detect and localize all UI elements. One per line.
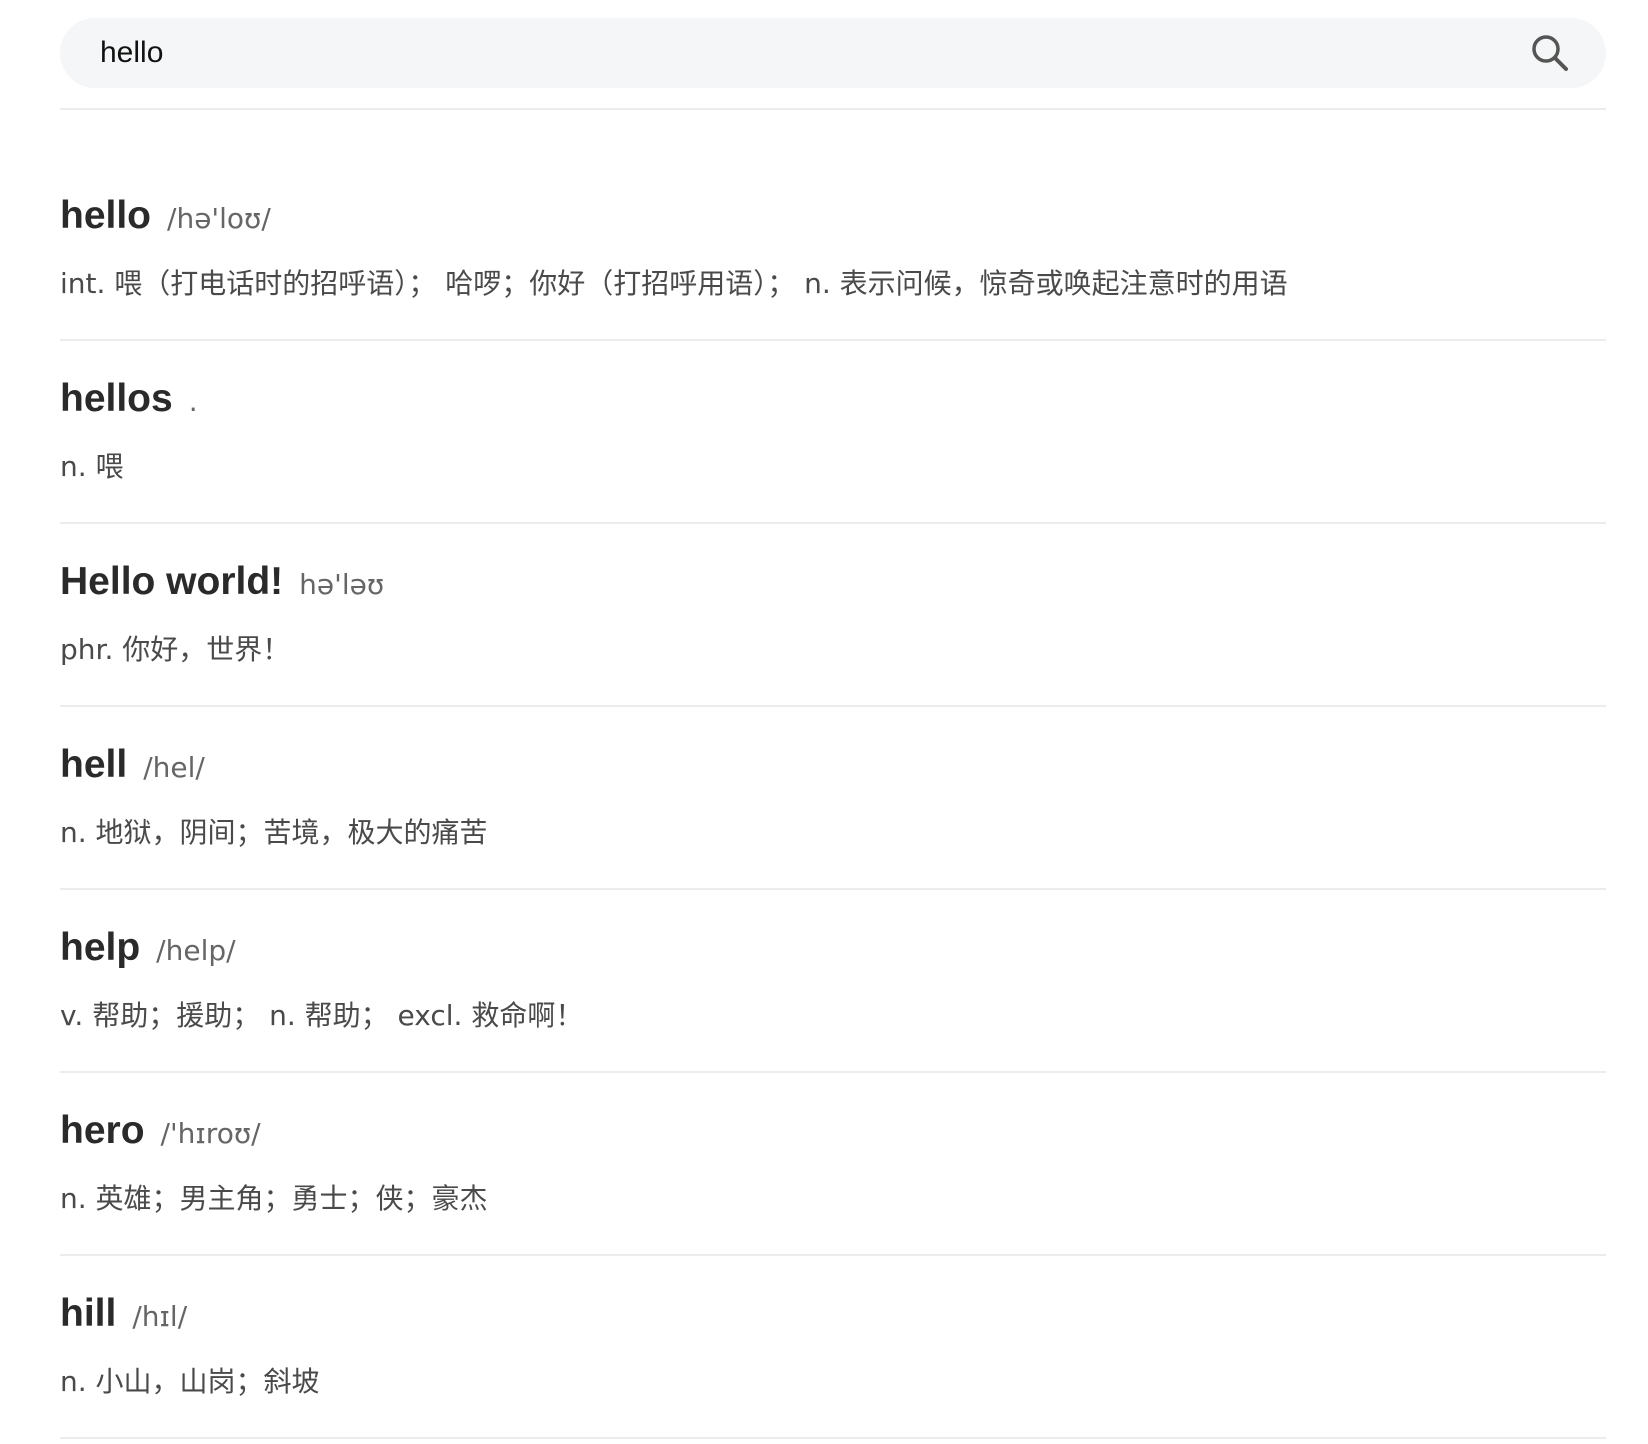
result-definition: n. 小山，山岗；斜坡 (60, 1365, 320, 1398)
result-phonetic: . (188, 385, 198, 418)
result-item[interactable]: hill /hɪl/ n. 小山，山岗；斜坡 (60, 1256, 1606, 1439)
result-item[interactable]: hello /hə'loʊ/ int. 喂（打电话时的招呼语）； 哈啰；你好（打… (60, 158, 1606, 341)
result-item[interactable]: help /help/ v. 帮助；援助； n. 帮助； excl. 救命啊！ (60, 890, 1606, 1073)
result-phonetic: /'hɪroʊ/ (160, 1117, 261, 1150)
dictionary-page: hello /hə'loʊ/ int. 喂（打电话时的招呼语）； 哈啰；你好（打… (60, 18, 1606, 1439)
result-item[interactable]: hellos . n. 喂 (60, 341, 1606, 524)
result-header: hello /hə'loʊ/ (60, 194, 1606, 238)
result-phonetic: /hɪl/ (132, 1300, 188, 1333)
result-phonetic: /hə'loʊ/ (167, 202, 271, 235)
result-word: hill (60, 1292, 117, 1335)
result-phonetic: hə'ləʊ (299, 568, 385, 601)
result-word: help (60, 926, 141, 969)
result-phonetic: /hel/ (143, 751, 205, 784)
result-item[interactable]: hell /hel/ n. 地狱，阴间；苦境，极大的痛苦 (60, 707, 1606, 890)
result-item[interactable]: hero /'hɪroʊ/ n. 英雄；男主角；勇士；侠；豪杰 (60, 1073, 1606, 1256)
result-header: hell /hel/ (60, 743, 1606, 787)
result-item[interactable]: Hello world! hə'ləʊ phr. 你好，世界！ (60, 524, 1606, 707)
result-definition: phr. 你好，世界！ (60, 633, 291, 666)
result-header: hellos . (60, 377, 1606, 421)
result-word: hellos (60, 377, 173, 420)
search-icon[interactable] (1528, 31, 1572, 75)
result-definition: n. 地狱，阴间；苦境，极大的痛苦 (60, 816, 488, 849)
result-definition: n. 英雄；男主角；勇士；侠；豪杰 (60, 1182, 488, 1215)
result-definition: v. 帮助；援助； n. 帮助； excl. 救命啊！ (60, 999, 584, 1032)
search-divider (60, 108, 1606, 110)
result-header: hero /'hɪroʊ/ (60, 1109, 1606, 1153)
result-header: Hello world! hə'ləʊ (60, 560, 1606, 604)
result-definition: int. 喂（打电话时的招呼语）； 哈啰；你好（打招呼用语）； n. 表示问候，… (60, 267, 1288, 300)
result-phonetic: /help/ (156, 934, 236, 967)
result-word: hero (60, 1109, 145, 1152)
result-header: hill /hɪl/ (60, 1292, 1606, 1336)
search-input[interactable] (100, 33, 1528, 73)
result-definition: n. 喂 (60, 450, 124, 483)
result-word: Hello world! (60, 560, 284, 603)
results-list: hello /hə'loʊ/ int. 喂（打电话时的招呼语）； 哈啰；你好（打… (60, 158, 1606, 1439)
search-bar (60, 18, 1606, 88)
result-word: hell (60, 743, 128, 786)
result-word: hello (60, 194, 152, 237)
result-header: help /help/ (60, 926, 1606, 970)
